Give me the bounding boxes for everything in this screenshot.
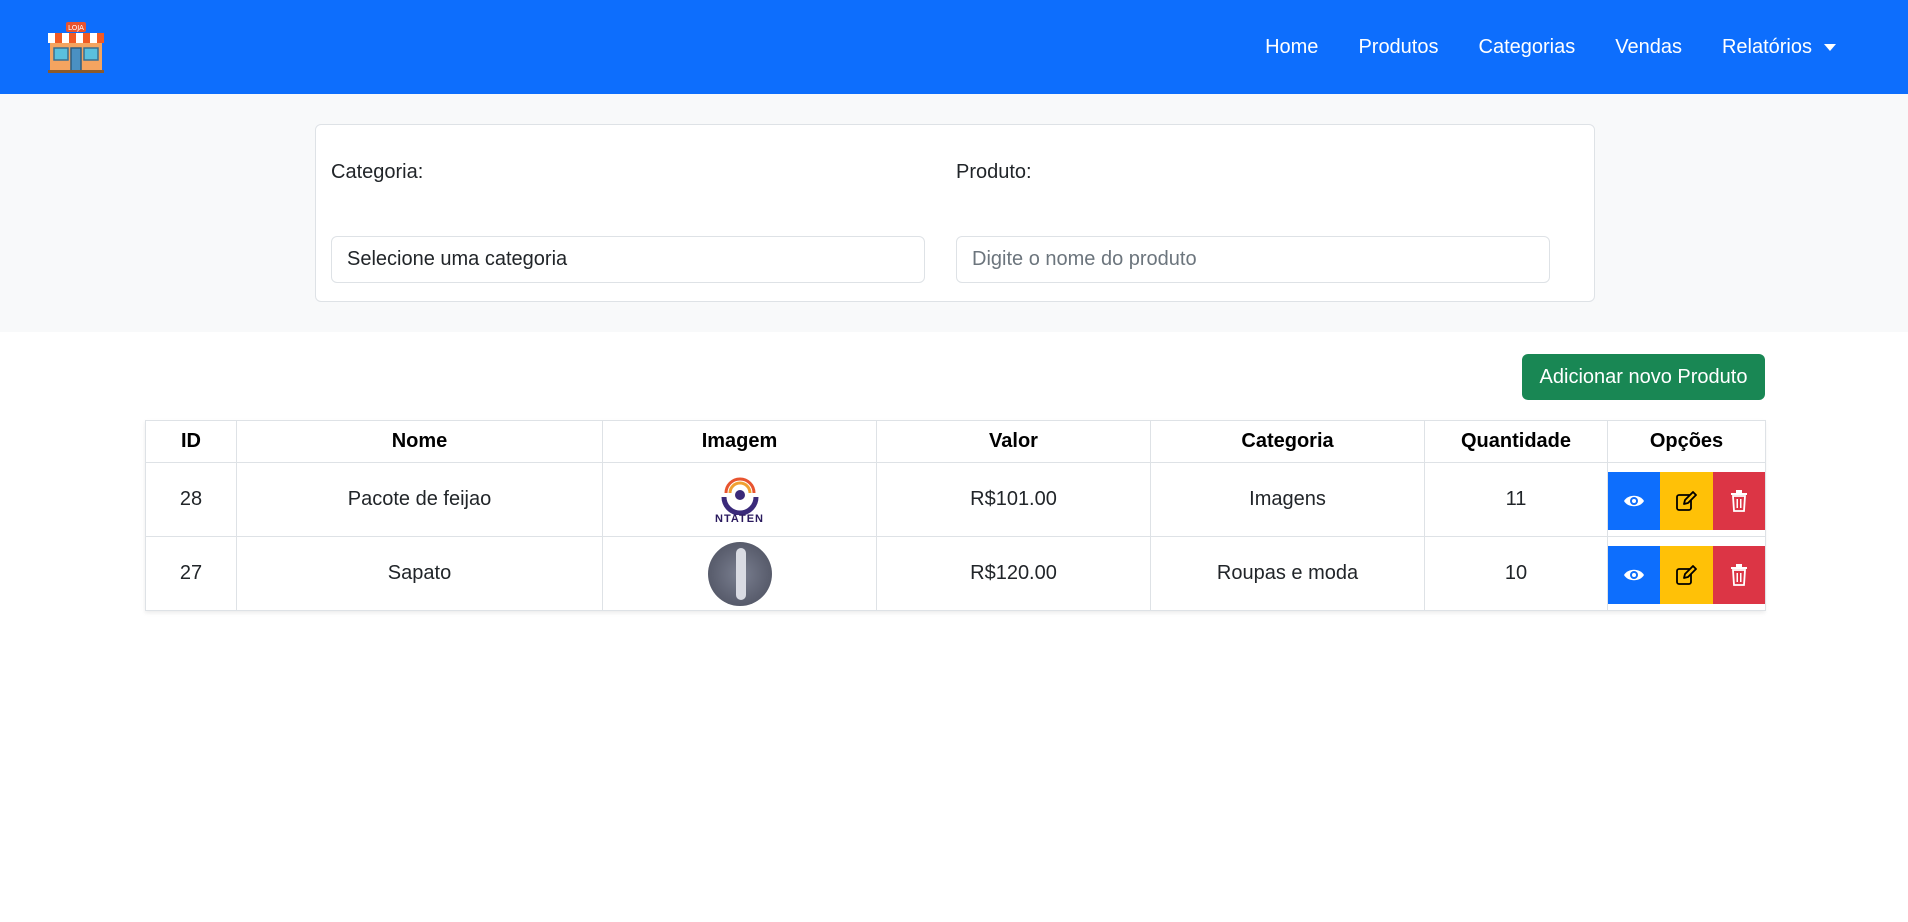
header-valor: Valor <box>876 420 1151 463</box>
product-logo-icon <box>721 477 758 515</box>
cell-imagem <box>602 536 877 611</box>
edit-icon <box>1676 490 1698 511</box>
cell-categoria: Imagens <box>1150 462 1425 537</box>
table-row: 27 Sapato R$120.00 Roupas e moda 10 <box>145 536 1766 611</box>
cell-imagem: NTATEN <box>602 462 877 537</box>
row-actions <box>1608 545 1765 604</box>
table-header-row: ID Nome Imagem Valor Categoria Quantidad… <box>145 420 1766 463</box>
cell-categoria: Roupas e moda <box>1150 536 1425 611</box>
top-navbar: LOJA Home Produtos Categorias Vendas Rel… <box>0 0 1908 94</box>
products-table: ID Nome Imagem Valor Categoria Quantidad… <box>145 420 1766 611</box>
header-id: ID <box>145 420 237 463</box>
svg-text:LOJA: LOJA <box>68 24 84 32</box>
caret-down-icon <box>1824 43 1836 51</box>
nav-home[interactable]: Home <box>1265 36 1318 59</box>
edit-button[interactable] <box>1660 545 1713 604</box>
filter-card: Categoria: Selecione uma categoria Produ… <box>315 124 1595 302</box>
product-image-text: NTATEN <box>715 512 764 525</box>
category-select[interactable]: Selecione uma categoria <box>331 236 925 283</box>
cell-valor: R$101.00 <box>876 462 1151 537</box>
edit-icon <box>1676 564 1698 585</box>
header-imagem: Imagem <box>602 420 877 463</box>
view-button[interactable] <box>1608 545 1661 604</box>
cell-id: 27 <box>145 536 237 611</box>
row-actions <box>1608 471 1765 530</box>
eye-icon <box>1624 569 1645 580</box>
eye-icon <box>1624 495 1645 506</box>
view-button[interactable] <box>1608 471 1661 530</box>
products-table-wrapper: ID Nome Imagem Valor Categoria Quantidad… <box>145 420 1766 611</box>
nav-links: Home Produtos Categorias Vendas Relatóri… <box>1225 36 1836 59</box>
nav-produtos-label: Produtos <box>1358 35 1439 58</box>
product-image <box>707 541 772 606</box>
header-quantidade: Quantidade <box>1424 420 1608 463</box>
cell-quantidade: 10 <box>1424 536 1608 611</box>
cell-opcoes <box>1607 536 1766 611</box>
cell-quantidade: 11 <box>1424 462 1608 537</box>
nav-vendas[interactable]: Vendas <box>1615 36 1682 59</box>
store-logo[interactable]: LOJA <box>42 19 110 75</box>
category-selected-value: Selecione uma categoria <box>347 248 568 270</box>
store-icon: LOJA <box>48 22 104 73</box>
table-row: 28 Pacote de feijao NTATEN R$101.00 Imag… <box>145 462 1766 537</box>
filter-section: Categoria: Selecione uma categoria Produ… <box>0 94 1908 332</box>
delete-button[interactable] <box>1712 471 1765 530</box>
trash-icon <box>1730 489 1747 512</box>
cell-opcoes <box>1607 462 1766 537</box>
cell-nome: Sapato <box>236 536 603 611</box>
cell-nome: Pacote de feijao <box>236 462 603 537</box>
product-label: Produto: <box>956 161 1032 183</box>
edit-button[interactable] <box>1660 471 1713 530</box>
delete-button[interactable] <box>1712 545 1765 604</box>
category-label: Categoria: <box>331 161 424 183</box>
trash-icon <box>1730 563 1747 586</box>
nav-relatorios-label: Relatórios <box>1721 35 1812 58</box>
nav-home-label: Home <box>1265 35 1319 58</box>
cell-valor: R$120.00 <box>876 536 1151 611</box>
product-image: NTATEN <box>707 467 772 532</box>
nav-categorias[interactable]: Categorias <box>1479 36 1576 59</box>
nav-relatorios-dropdown[interactable]: Relatórios <box>1722 36 1836 59</box>
product-image-shape <box>735 547 746 600</box>
nav-produtos[interactable]: Produtos <box>1358 36 1438 59</box>
cell-id: 28 <box>145 462 237 537</box>
header-opcoes: Opções <box>1607 420 1766 463</box>
product-search-input[interactable] <box>956 236 1550 283</box>
nav-vendas-label: Vendas <box>1615 35 1682 58</box>
header-categoria: Categoria <box>1150 420 1425 463</box>
nav-categorias-label: Categorias <box>1478 35 1576 58</box>
add-product-button[interactable]: Adicionar novo Produto <box>1522 354 1765 400</box>
header-nome: Nome <box>236 420 603 463</box>
